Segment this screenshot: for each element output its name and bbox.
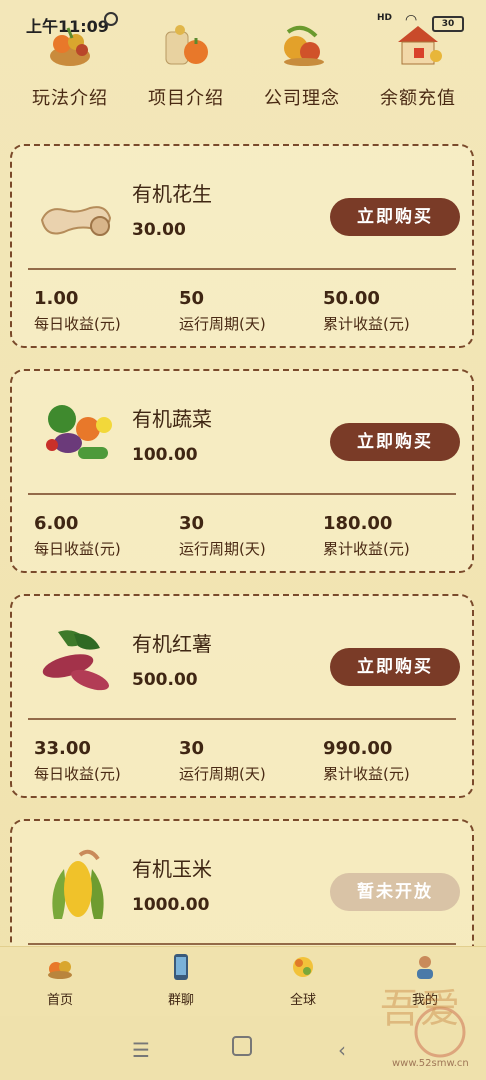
- tab-group-chat[interactable]: 群聊: [141, 953, 221, 1008]
- buy-button[interactable]: 立即购买: [330, 648, 460, 686]
- period-value: 30: [179, 738, 205, 759]
- buy-button[interactable]: 立即购买: [330, 423, 460, 461]
- divider: [28, 268, 456, 270]
- nav-label-project: 项目介绍: [148, 88, 224, 109]
- watermark-logo: 吾爱: [370, 962, 470, 1062]
- total-value: 50.00: [323, 288, 380, 309]
- back-icon[interactable]: ‹: [338, 1038, 346, 1062]
- product-price: 100.00: [132, 445, 198, 465]
- top-nav: 玩法介绍 项目介绍 公司理念 余额充值: [0, 20, 486, 120]
- corn-icon: [38, 849, 118, 921]
- divider: [28, 493, 456, 495]
- divider: [28, 718, 456, 720]
- tab-label: 全球: [289, 993, 316, 1008]
- tab-label: 群聊: [167, 993, 194, 1008]
- daily-label: 每日收益(元): [34, 540, 121, 558]
- not-open-button[interactable]: 暂未开放: [330, 873, 460, 911]
- nav-item-recharge[interactable]: 余额充值: [358, 20, 478, 110]
- stat-daily: 1.00 每日收益(元): [34, 288, 121, 334]
- sweet-potato-icon: [38, 624, 118, 696]
- stat-total: 990.00 累计收益(元): [323, 738, 410, 784]
- period-label: 运行周期(天): [179, 315, 266, 333]
- period-label: 运行周期(天): [179, 765, 266, 783]
- stat-period: 50 运行周期(天): [179, 288, 266, 334]
- tab-global[interactable]: 全球: [263, 953, 343, 1008]
- phone-icon: [167, 953, 195, 981]
- menu-icon[interactable]: ☰: [132, 1038, 150, 1062]
- nav-item-gameplay[interactable]: 玩法介绍: [10, 20, 130, 110]
- daily-value: 33.00: [34, 738, 91, 759]
- product-card-vegetables: 有机蔬菜 100.00 立即购买 6.00 每日收益(元) 30 运行周期(天)…: [10, 369, 474, 573]
- total-label: 累计收益(元): [323, 540, 410, 558]
- product-price: 1000.00: [132, 895, 210, 915]
- globe-icon: [289, 953, 317, 981]
- nav-item-company[interactable]: 公司理念: [242, 20, 362, 110]
- total-value: 990.00: [323, 738, 393, 759]
- home-icon: [46, 953, 74, 981]
- house-icon: [390, 20, 446, 70]
- stat-daily: 6.00 每日收益(元): [34, 513, 121, 559]
- product-card-peanut: 有机花生 30.00 立即购买 1.00 每日收益(元) 50 运行周期(天) …: [10, 144, 474, 348]
- product-name: 有机花生: [132, 182, 212, 206]
- nav-label-recharge: 余额充值: [380, 88, 456, 109]
- product-price: 30.00: [132, 220, 186, 240]
- basket-icon: [42, 20, 98, 70]
- stat-period: 30 运行周期(天): [179, 738, 266, 784]
- buy-button[interactable]: 立即购买: [330, 198, 460, 236]
- nav-label-company: 公司理念: [264, 88, 340, 109]
- period-value: 30: [179, 513, 205, 534]
- total-label: 累计收益(元): [323, 315, 410, 333]
- stat-period: 30 运行周期(天): [179, 513, 266, 559]
- daily-label: 每日收益(元): [34, 765, 121, 783]
- grain-sack-icon: [158, 20, 214, 70]
- product-name: 有机玉米: [132, 857, 212, 881]
- stat-total: 180.00 累计收益(元): [323, 513, 410, 559]
- product-name: 有机蔬菜: [132, 407, 212, 431]
- period-value: 50: [179, 288, 205, 309]
- nav-label-gameplay: 玩法介绍: [32, 88, 108, 109]
- product-card-sweet-potato: 有机红薯 500.00 立即购买 33.00 每日收益(元) 30 运行周期(天…: [10, 594, 474, 798]
- total-value: 180.00: [323, 513, 393, 534]
- vegetables-icon: [38, 399, 118, 471]
- harvest-icon: [274, 20, 330, 70]
- divider: [28, 943, 456, 945]
- svg-text:吾爱: 吾爱: [380, 986, 460, 1032]
- total-label: 累计收益(元): [323, 765, 410, 783]
- nav-item-project[interactable]: 项目介绍: [126, 20, 246, 110]
- watermark-url: www.52smw.cn: [392, 1058, 469, 1069]
- daily-value: 1.00: [34, 288, 79, 309]
- stat-total: 50.00 累计收益(元): [323, 288, 410, 334]
- daily-label: 每日收益(元): [34, 315, 121, 333]
- product-name: 有机红薯: [132, 632, 212, 656]
- tab-label: 首页: [46, 993, 73, 1008]
- stat-daily: 33.00 每日收益(元): [34, 738, 121, 784]
- tab-home[interactable]: 首页: [20, 953, 100, 1008]
- home-button-icon[interactable]: [232, 1036, 252, 1056]
- peanut-icon: [38, 174, 118, 246]
- daily-value: 6.00: [34, 513, 79, 534]
- product-price: 500.00: [132, 670, 198, 690]
- period-label: 运行周期(天): [179, 540, 266, 558]
